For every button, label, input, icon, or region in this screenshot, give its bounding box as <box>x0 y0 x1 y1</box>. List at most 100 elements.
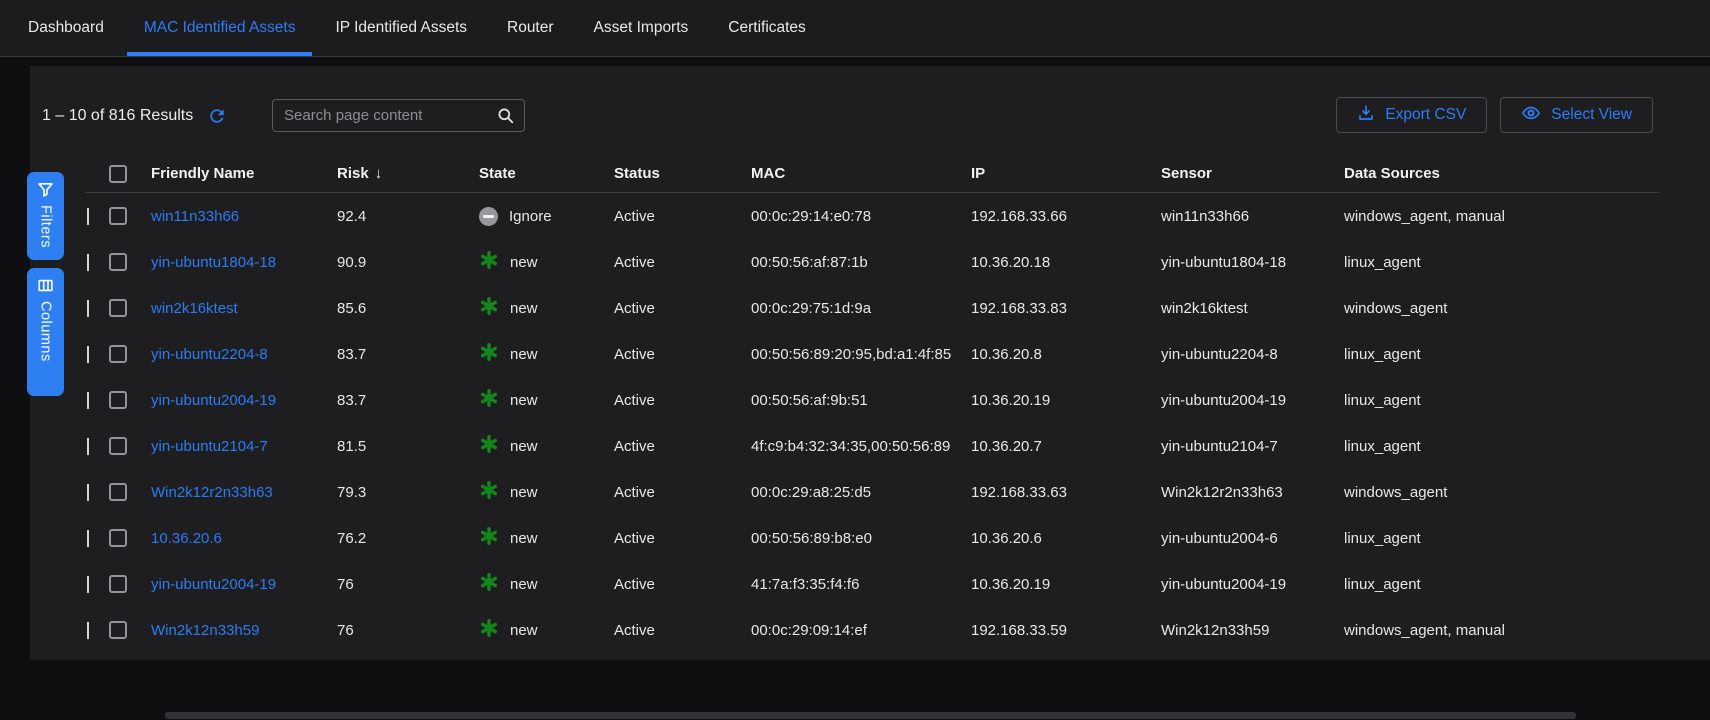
risk-value: 83.7 <box>337 346 479 363</box>
horizontal-scrollbar[interactable] <box>165 712 1576 719</box>
row-checkbox[interactable] <box>109 529 127 547</box>
friendly-name-link[interactable]: yin-ubuntu2204-8 <box>151 346 337 363</box>
mac-value: 00:0c:29:14:e0:78 <box>751 208 971 225</box>
funnel-icon <box>37 181 54 198</box>
mac-value: 41:7a:f3:35:f4:f6 <box>751 576 971 593</box>
table-row: yin-ubuntu2004-19 76 new Active 41:7a:f3… <box>85 561 1660 607</box>
mac-value: 00:0c:29:75:1d:9a <box>751 300 971 317</box>
table-row: yin-ubuntu2204-8 83.7 new Active 00:50:5… <box>85 331 1660 377</box>
friendly-name-link[interactable]: Win2k12r2n33h63 <box>151 484 337 501</box>
row-checkbox[interactable] <box>109 345 127 363</box>
row-checkbox[interactable] <box>109 253 127 271</box>
expand-chevron-icon[interactable] <box>87 208 89 225</box>
header-sensor[interactable]: Sensor <box>1161 165 1344 182</box>
nav-tab-ip-identified-assets[interactable]: IP Identified Assets <box>318 0 484 56</box>
expand-chevron-icon[interactable] <box>87 438 89 455</box>
data-sources-value: windows_agent <box>1344 300 1660 317</box>
eye-icon <box>1521 103 1541 128</box>
ip-value: 192.168.33.63 <box>971 484 1161 501</box>
sort-desc-icon: ↓ <box>375 165 383 182</box>
nav-tab-dashboard[interactable]: Dashboard <box>11 0 121 56</box>
header-friendly-name[interactable]: Friendly Name <box>151 165 337 182</box>
search-input[interactable] <box>273 107 496 124</box>
header-data-sources[interactable]: Data Sources <box>1344 165 1660 182</box>
table-row: Win2k12r2n33h63 79.3 new Active 00:0c:29… <box>85 469 1660 515</box>
nav-tab-mac-identified-assets[interactable]: MAC Identified Assets <box>127 0 313 56</box>
state-label: new <box>510 530 538 547</box>
risk-value: 79.3 <box>337 484 479 501</box>
table-row: win2k16ktest 85.6 new Active 00:0c:29:75… <box>85 285 1660 331</box>
header-ip[interactable]: IP <box>971 165 1161 182</box>
search-icon[interactable] <box>496 106 515 125</box>
new-state-icon <box>479 480 499 504</box>
sensor-value: Win2k12n33h59 <box>1161 622 1344 639</box>
row-checkbox[interactable] <box>109 391 127 409</box>
expand-chevron-icon[interactable] <box>87 254 89 271</box>
new-state-icon <box>479 572 499 596</box>
friendly-name-link[interactable]: 10.36.20.6 <box>151 530 337 547</box>
expand-chevron-icon[interactable] <box>87 576 89 593</box>
row-checkbox[interactable] <box>109 207 127 225</box>
nav-tab-asset-imports[interactable]: Asset Imports <box>577 0 706 56</box>
friendly-name-link[interactable]: Win2k12n33h59 <box>151 622 337 639</box>
row-checkbox[interactable] <box>109 621 127 639</box>
friendly-name-link[interactable]: win11n33h66 <box>151 208 337 225</box>
state-label: new <box>510 622 538 639</box>
friendly-name-link[interactable]: yin-ubuntu1804-18 <box>151 254 337 271</box>
expand-chevron-icon[interactable] <box>87 300 89 317</box>
header-risk[interactable]: Risk↓ <box>337 165 479 182</box>
row-checkbox[interactable] <box>109 299 127 317</box>
assets-panel: Filters Columns 1 – 10 of 816 Results <box>30 66 1710 660</box>
friendly-name-link[interactable]: yin-ubuntu2104-7 <box>151 438 337 455</box>
expand-chevron-icon[interactable] <box>87 530 89 547</box>
sensor-value: yin-ubuntu1804-18 <box>1161 254 1344 271</box>
search-box <box>272 99 525 132</box>
nav-tab-certificates[interactable]: Certificates <box>711 0 823 56</box>
row-checkbox[interactable] <box>109 437 127 455</box>
new-state-icon <box>479 296 499 320</box>
mac-value: 00:0c:29:09:14:ef <box>751 622 971 639</box>
sensor-value: Win2k12r2n33h63 <box>1161 484 1344 501</box>
expand-chevron-icon[interactable] <box>87 622 89 639</box>
state-label: new <box>510 392 538 409</box>
table-row: win11n33h66 92.4 Ignore Active 00:0c:29:… <box>85 193 1660 239</box>
ignore-state-icon <box>479 207 498 226</box>
toolbar-actions: Export CSV Select View <box>1336 97 1653 133</box>
expand-chevron-icon[interactable] <box>87 392 89 409</box>
sensor-value: yin-ubuntu2204-8 <box>1161 346 1344 363</box>
columns-side-tab[interactable]: Columns <box>27 268 64 396</box>
state-label: new <box>510 576 538 593</box>
risk-value: 76 <box>337 576 479 593</box>
friendly-name-link[interactable]: yin-ubuntu2004-19 <box>151 392 337 409</box>
expand-chevron-icon[interactable] <box>87 346 89 363</box>
friendly-name-link[interactable]: win2k16ktest <box>151 300 337 317</box>
refresh-icon[interactable] <box>207 106 227 126</box>
data-sources-value: linux_agent <box>1344 576 1660 593</box>
risk-value: 83.7 <box>337 392 479 409</box>
select-view-button[interactable]: Select View <box>1500 97 1653 133</box>
nav-tab-router[interactable]: Router <box>490 0 571 56</box>
table-columns-icon <box>37 277 54 294</box>
data-sources-value: windows_agent <box>1344 484 1660 501</box>
header-mac[interactable]: MAC <box>751 165 971 182</box>
export-csv-button[interactable]: Export CSV <box>1336 97 1487 133</box>
header-state[interactable]: State <box>479 165 614 182</box>
risk-value: 76.2 <box>337 530 479 547</box>
table-header-row: Friendly Name Risk↓ State Status MAC IP … <box>85 155 1660 193</box>
mac-value: 00:50:56:af:87:1b <box>751 254 971 271</box>
expand-chevron-icon[interactable] <box>87 484 89 501</box>
header-status[interactable]: Status <box>614 165 751 182</box>
status-value: Active <box>614 254 751 271</box>
friendly-name-link[interactable]: yin-ubuntu2004-19 <box>151 576 337 593</box>
ip-value: 10.36.20.8 <box>971 346 1161 363</box>
table-body: win11n33h66 92.4 Ignore Active 00:0c:29:… <box>85 193 1660 653</box>
row-checkbox[interactable] <box>109 575 127 593</box>
ip-value: 10.36.20.18 <box>971 254 1161 271</box>
new-state-icon <box>479 342 499 366</box>
filters-side-tab[interactable]: Filters <box>27 172 64 260</box>
ip-value: 10.36.20.7 <box>971 438 1161 455</box>
select-all-checkbox[interactable] <box>109 165 127 183</box>
ip-value: 10.36.20.6 <box>971 530 1161 547</box>
row-checkbox[interactable] <box>109 483 127 501</box>
sensor-value: yin-ubuntu2004-6 <box>1161 530 1344 547</box>
